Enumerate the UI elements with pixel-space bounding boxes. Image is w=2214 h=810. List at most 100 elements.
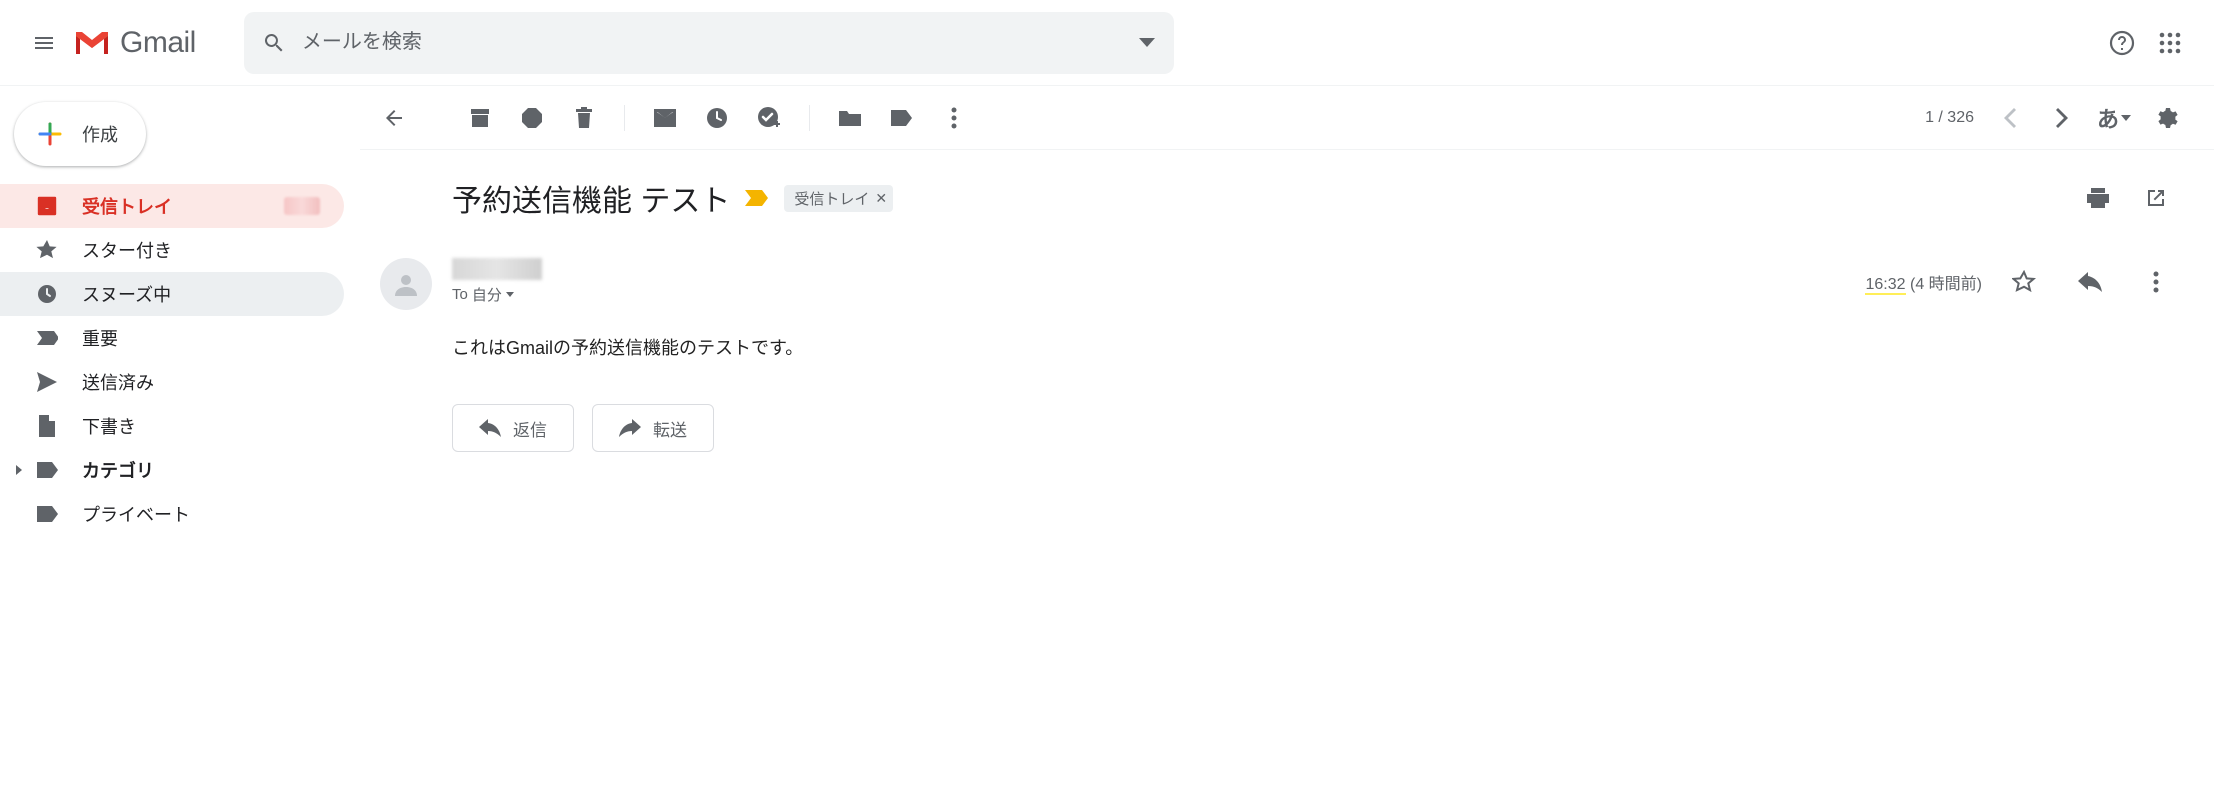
- draft-icon: [37, 415, 57, 437]
- open-new-window-button[interactable]: [2132, 174, 2180, 222]
- sidebar-item-drafts[interactable]: 下書き: [0, 404, 344, 448]
- settings-button[interactable]: [2142, 94, 2190, 142]
- more-button[interactable]: [930, 94, 978, 142]
- forward-label: 転送: [653, 416, 687, 441]
- message-time: 16:32: [1865, 276, 1905, 293]
- important-marker-icon: [744, 189, 770, 207]
- trash-icon: [574, 107, 594, 129]
- chip-remove-icon[interactable]: ✕: [875, 190, 887, 207]
- sidebar-item-label: 送信済み: [82, 369, 320, 395]
- reply-label: 返信: [513, 416, 547, 441]
- more-vert-icon: [951, 107, 957, 129]
- back-button[interactable]: [370, 94, 418, 142]
- sidebar-item-label: スター付き: [82, 237, 320, 263]
- chevron-left-icon: [2004, 108, 2016, 128]
- inbox-icon: [36, 195, 58, 217]
- star-icon: [36, 239, 58, 261]
- sidebar-item-sent[interactable]: 送信済み: [0, 360, 344, 404]
- label-icon: [36, 505, 58, 523]
- importance-marker[interactable]: [744, 189, 770, 207]
- reply-icon: [479, 419, 501, 437]
- separator: [624, 105, 625, 131]
- gmail-logo[interactable]: Gmail: [72, 26, 196, 60]
- to-target: 自分: [472, 284, 502, 305]
- support-button[interactable]: [2098, 19, 2146, 67]
- print-button[interactable]: [2074, 174, 2122, 222]
- message-subject: 予約送信機能 テスト: [452, 176, 730, 220]
- reply-icon-button[interactable]: [2066, 258, 2114, 306]
- move-to-icon: [838, 108, 862, 128]
- search-icon: [262, 31, 286, 55]
- gmail-logo-text: Gmail: [120, 26, 196, 60]
- input-tools-button[interactable]: あ: [2090, 94, 2138, 142]
- sidebar-item-label: カテゴリ: [82, 457, 320, 483]
- star-message-button[interactable]: [2000, 258, 2048, 306]
- sidebar: 作成 受信トレイ スター付き スヌーズ中 重要 送信済み: [0, 86, 360, 536]
- message-time-relative: (4 時間前): [1910, 276, 1982, 293]
- gear-icon: [2154, 106, 2178, 130]
- sidebar-item-label: 受信トレイ: [82, 193, 260, 219]
- pager-text: 1 / 326: [1925, 109, 1974, 127]
- sidebar-item-important[interactable]: 重要: [0, 316, 344, 360]
- mark-unread-button[interactable]: [641, 94, 689, 142]
- sidebar-item-label: 下書き: [82, 413, 320, 439]
- arrow-left-icon: [382, 106, 406, 130]
- snooze-button[interactable]: [693, 94, 741, 142]
- search-options-icon[interactable]: [1138, 34, 1156, 52]
- search-input[interactable]: [302, 31, 1122, 54]
- message-more-button[interactable]: [2132, 258, 2180, 306]
- apps-grid-icon: [2159, 32, 2181, 54]
- google-apps-button[interactable]: [2146, 19, 2194, 67]
- inbox-count-redacted: [284, 197, 320, 215]
- older-button[interactable]: [1986, 94, 2034, 142]
- sidebar-item-snoozed[interactable]: スヌーズ中: [0, 272, 344, 316]
- sender-name-redacted: [452, 258, 542, 280]
- menu-icon: [32, 31, 56, 55]
- label-icon: [890, 109, 914, 127]
- separator: [809, 105, 810, 131]
- clock-icon: [36, 283, 58, 305]
- spam-button[interactable]: [508, 94, 556, 142]
- message-toolbar: 1 / 326 あ: [360, 86, 2214, 150]
- reply-button[interactable]: 返信: [452, 404, 574, 452]
- sidebar-item-categories[interactable]: カテゴリ: [0, 448, 344, 492]
- archive-button[interactable]: [456, 94, 504, 142]
- delete-button[interactable]: [560, 94, 608, 142]
- open-new-icon: [2145, 187, 2167, 209]
- sidebar-item-private[interactable]: プライベート: [0, 492, 344, 536]
- star-outline-icon: [2012, 270, 2036, 294]
- send-icon: [36, 371, 58, 393]
- sidebar-item-starred[interactable]: スター付き: [0, 228, 344, 272]
- forward-button[interactable]: 転送: [592, 404, 714, 452]
- sender-to-line[interactable]: To 自分: [452, 284, 1865, 305]
- compose-button[interactable]: 作成: [14, 102, 146, 166]
- inbox-chip[interactable]: 受信トレイ ✕: [784, 185, 893, 212]
- caret-down-icon: [506, 292, 514, 297]
- compose-label: 作成: [82, 121, 118, 147]
- caret-right-icon: [16, 465, 22, 475]
- more-vert-icon: [2153, 271, 2159, 293]
- move-button[interactable]: [826, 94, 874, 142]
- gmail-logo-icon: [72, 28, 112, 58]
- add-task-button[interactable]: [745, 94, 793, 142]
- plus-icon: [34, 118, 66, 150]
- newer-button[interactable]: [2038, 94, 2086, 142]
- sidebar-item-label: スヌーズ中: [82, 281, 320, 307]
- message-body: これはGmailの予約送信機能のテストです。: [452, 334, 2180, 360]
- task-add-icon: [757, 106, 781, 130]
- message-view: 予約送信機能 テスト 受信トレイ ✕: [360, 150, 2214, 476]
- sidebar-item-inbox[interactable]: 受信トレイ: [0, 184, 344, 228]
- inbox-chip-label: 受信トレイ: [794, 188, 869, 209]
- person-icon: [392, 270, 420, 298]
- label-icon: [36, 461, 58, 479]
- mail-unread-icon: [653, 108, 677, 128]
- search-box[interactable]: [244, 12, 1174, 74]
- labels-button[interactable]: [878, 94, 926, 142]
- reply-icon: [2078, 272, 2102, 292]
- chevron-right-icon: [2056, 108, 2068, 128]
- input-language-indicator: あ: [2097, 102, 2119, 134]
- sidebar-item-label: 重要: [82, 325, 320, 351]
- report-spam-icon: [521, 107, 543, 129]
- main-menu-button[interactable]: [20, 19, 68, 67]
- sender-avatar[interactable]: [380, 258, 432, 310]
